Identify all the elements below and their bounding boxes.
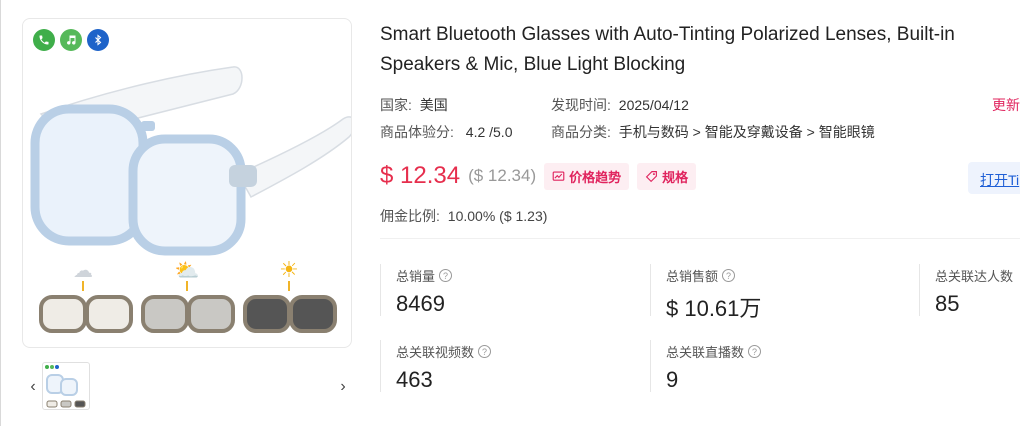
stat-total-creators-value: 85 xyxy=(935,291,960,316)
stat-total-revenue: 总销售额? $ 10.61万 xyxy=(666,266,761,323)
svg-text:☀: ☀ xyxy=(279,257,299,282)
stat-total-creators: 总关联达人数 85 xyxy=(935,266,1013,317)
stat-divider xyxy=(919,264,920,316)
stat-total-videos-label: 总关联视频数 xyxy=(396,345,475,360)
stat-total-videos: 总关联视频数? 463 xyxy=(396,342,492,393)
stat-divider xyxy=(380,264,381,316)
chart-icon xyxy=(552,170,565,181)
stat-total-creators-label: 总关联达人数 xyxy=(935,269,1014,284)
help-icon[interactable]: ? xyxy=(439,269,453,282)
price-trend-label: 价格趋势 xyxy=(569,169,622,185)
country-info: 国家: 美国 xyxy=(380,95,448,115)
category-value[interactable]: 手机与数码 > 智能及穿戴设备 > 智能眼镜 xyxy=(619,124,875,140)
svg-text:☁: ☁ xyxy=(73,260,93,282)
original-price: ($ 12.34) xyxy=(468,166,537,185)
price-row: $ 12.34 ($ 12.34) 价格趋势 规格 xyxy=(380,162,697,190)
tag-icon xyxy=(645,170,658,182)
update-link[interactable]: 更新 xyxy=(992,95,1020,115)
stat-divider xyxy=(380,340,381,392)
svg-text:⛅: ⛅ xyxy=(175,260,200,282)
category-label: 商品分类: xyxy=(551,124,611,140)
stat-total-revenue-value: $ 10.61万 xyxy=(666,296,762,321)
product-main-image[interactable]: ☁ ⛅ ☀ xyxy=(22,18,352,348)
category-info: 商品分类: 手机与数码 > 智能及穿戴设备 > 智能眼镜 xyxy=(551,122,875,142)
spec-label: 规格 xyxy=(662,169,689,185)
glasses-illustration: ☁ ⛅ ☀ xyxy=(30,66,351,333)
open-tiktok-button[interactable]: 打开Ti xyxy=(968,162,1020,194)
country-value: 美国 xyxy=(419,97,448,113)
found-time-value: 2025/04/12 xyxy=(618,97,689,113)
rating-value: 4.2 /5.0 xyxy=(465,124,513,140)
stat-total-lives-label: 总关联直播数 xyxy=(666,345,745,360)
stat-divider xyxy=(650,264,651,316)
help-icon[interactable]: ? xyxy=(748,345,762,358)
commission-value: 10.00% ($ 1.23) xyxy=(447,208,548,224)
found-time-label: 发现时间: xyxy=(551,97,611,113)
prev-image-button[interactable]: ‹ xyxy=(26,378,40,396)
product-title-line2: Speakers & Mic, Blue Light Blocking xyxy=(380,54,686,75)
commission-label: 佣金比例: xyxy=(380,208,440,224)
next-image-button[interactable]: › xyxy=(336,378,350,396)
help-icon[interactable]: ? xyxy=(478,345,492,358)
help-icon[interactable]: ? xyxy=(722,269,736,282)
stat-total-videos-value: 463 xyxy=(396,367,433,392)
section-divider xyxy=(380,238,1020,239)
spec-button[interactable]: 规格 xyxy=(637,162,697,190)
stat-divider xyxy=(650,340,651,392)
stat-total-sales-label: 总销量 xyxy=(396,269,436,284)
rating-info: 商品体验分: 4.2 /5.0 xyxy=(380,122,512,142)
product-title-line1: Smart Bluetooth Glasses with Auto-Tintin… xyxy=(380,24,955,45)
stat-total-lives-value: 9 xyxy=(666,367,679,392)
commission-info: 佣金比例: 10.00% ($ 1.23) xyxy=(380,206,547,226)
stat-total-lives: 总关联直播数? 9 xyxy=(666,342,762,393)
stat-total-sales-value: 8469 xyxy=(396,291,445,316)
country-label: 国家: xyxy=(380,97,412,113)
found-time-info: 发现时间: 2025/04/12 xyxy=(551,95,689,115)
stat-total-sales: 总销量? 8469 xyxy=(396,266,453,317)
stat-total-revenue-label: 总销售额 xyxy=(666,269,719,284)
window-edge xyxy=(0,0,1,426)
rating-label: 商品体验分: xyxy=(380,124,454,140)
product-title: Smart Bluetooth Glasses with Auto-Tintin… xyxy=(380,20,1020,80)
current-price: $ 12.34 xyxy=(380,162,461,189)
price-trend-button[interactable]: 价格趋势 xyxy=(544,162,630,190)
product-thumbnail[interactable] xyxy=(42,362,90,410)
